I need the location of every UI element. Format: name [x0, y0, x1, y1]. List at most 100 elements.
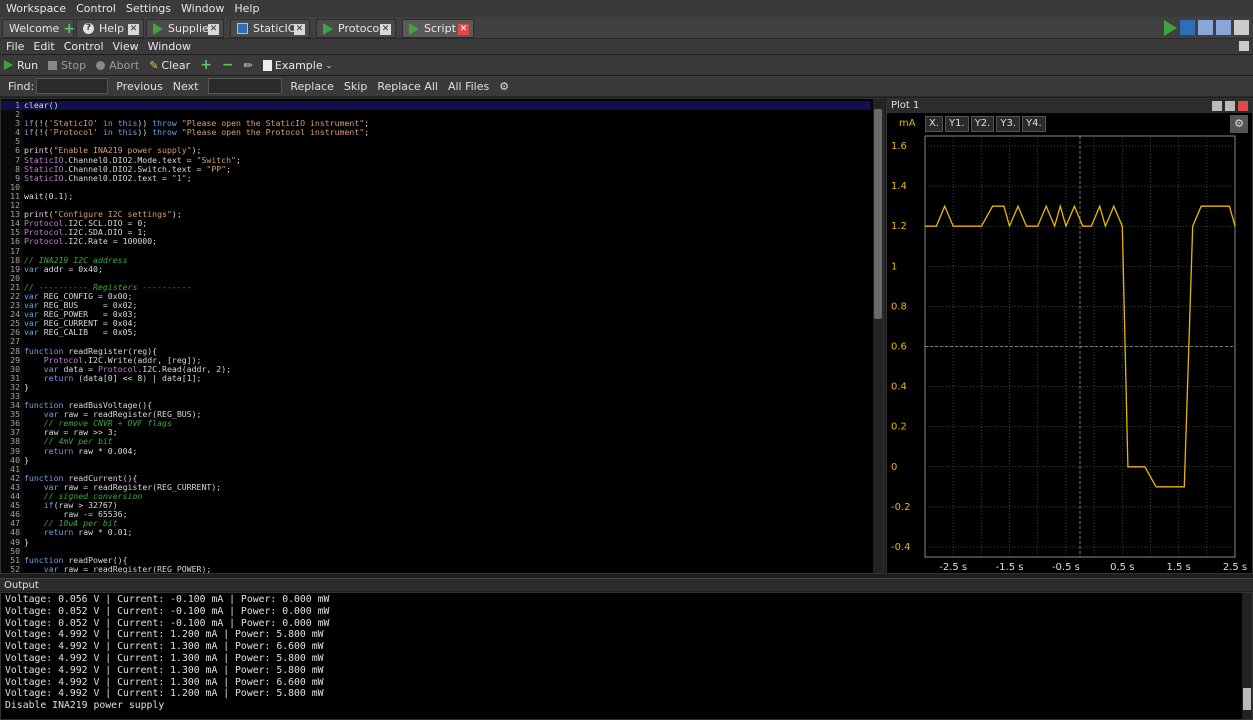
tab-script[interactable]: Script ✕: [402, 19, 474, 38]
broom-icon: ✎: [149, 58, 159, 72]
output-line: Voltage: 4.992 V | Current: 1.300 mA | P…: [5, 664, 324, 676]
gear-icon[interactable]: ⚙: [499, 80, 509, 93]
menu-edit[interactable]: Edit: [33, 40, 54, 53]
menu-settings[interactable]: Settings: [126, 2, 171, 15]
previous-button[interactable]: Previous: [116, 80, 163, 93]
x-tick-label: -1.5 s: [996, 562, 1024, 573]
scroll-thumb[interactable]: [1243, 688, 1251, 710]
close-icon[interactable]: ✕: [128, 24, 139, 35]
y-tick-label: 1: [891, 261, 897, 272]
replace-all-button[interactable]: Replace All: [377, 80, 438, 93]
run-button[interactable]: Run: [4, 59, 38, 72]
all-files-button[interactable]: All Files: [448, 80, 489, 93]
axis-tabs: X. Y1. Y2. Y3. Y4.: [925, 116, 1046, 132]
chevron-down-icon: ⌄: [325, 60, 333, 70]
axis-tab-x[interactable]: X.: [925, 116, 944, 132]
menu-window[interactable]: Window: [148, 40, 191, 53]
find-bar: Find: Previous Next Replace Skip Replace…: [0, 76, 1253, 97]
example-label: Example: [274, 58, 323, 72]
close-icon[interactable]: ✕: [294, 24, 305, 35]
code-line: 1 clear(): [1, 100, 871, 111]
abort-button[interactable]: Abort: [96, 59, 139, 72]
close-icon[interactable]: ✕: [208, 24, 219, 35]
code-line: 16 Protocol.I2C.Rate = 100000;: [10, 236, 158, 247]
example-button[interactable]: Example ⌄: [262, 58, 333, 72]
replace-input[interactable]: [208, 78, 283, 94]
code-line: 18// INA219 I2C address: [10, 254, 128, 265]
find-input[interactable]: [36, 78, 109, 94]
cascade-icon[interactable]: [1216, 20, 1231, 35]
stop-icon: [48, 60, 58, 70]
output-line: Voltage: 0.052 V | Current: -0.100 mA | …: [5, 617, 330, 629]
code-line: 45 if(raw > 32767): [10, 500, 118, 511]
y-tick-label: 1.2: [891, 221, 907, 232]
menu-view[interactable]: View: [113, 40, 139, 53]
window-tools: [1164, 20, 1249, 36]
add-button[interactable]: +: [200, 57, 212, 73]
tab-protocol[interactable]: Protocol ✕: [316, 19, 396, 38]
menu-window[interactable]: Window: [181, 2, 224, 15]
axis-tab-y3[interactable]: Y3.: [996, 116, 1020, 132]
y-tick-label: -0.2: [891, 502, 911, 513]
run-label: Run: [17, 58, 39, 72]
code-line: 19 var addr = 0x40;: [10, 263, 103, 274]
output-title: Output: [4, 580, 39, 591]
tab-supplies[interactable]: Supplies ✕: [146, 19, 224, 38]
tab-welcome[interactable]: Welcome +: [2, 19, 75, 38]
x-tick-label: -2.5 s: [939, 562, 967, 573]
plot-settings-gear-icon[interactable]: ⚙: [1230, 115, 1248, 133]
scroll-thumb[interactable]: [874, 109, 882, 319]
code-line: 40}: [10, 454, 29, 465]
plus-icon: +: [200, 57, 212, 73]
code-line: 44 // signed conversion: [10, 491, 143, 502]
window-menu-icon[interactable]: [1234, 20, 1249, 35]
play-icon: [153, 22, 163, 35]
tab-staticio[interactable]: StaticIO ✕: [230, 19, 310, 38]
y-tick-label: 0.8: [891, 301, 907, 312]
stop-button[interactable]: Stop: [48, 59, 86, 72]
axis-tab-y2[interactable]: Y2.: [970, 116, 995, 132]
plus-icon[interactable]: +: [63, 21, 75, 37]
tile-icon[interactable]: [1198, 20, 1213, 35]
menu-workspace[interactable]: Workspace: [6, 2, 66, 15]
code-line: 11 wait(0.1);: [10, 190, 74, 201]
play-icon: [4, 60, 13, 70]
axis-tab-y1[interactable]: Y1.: [945, 116, 969, 132]
code-lines: 1 clear() 2 3 if(!('StaticIO' in this)) thro…: [1, 100, 871, 573]
tab-label: Protocol: [338, 22, 383, 35]
detach-icon[interactable]: [1239, 41, 1249, 51]
menu-help[interactable]: Help: [234, 2, 259, 15]
menu-control[interactable]: Control: [64, 40, 104, 53]
script-menubar: File Edit Control View Window: [0, 39, 1253, 54]
plot-chart[interactable]: -0.4 -0.2 0 0.2 0.4 0.6 0.8 1 1.2 1.4 1.6 -2.5 s -1.…: [887, 99, 1253, 575]
output-line: Voltage: 4.992 V | Current: 1.300 mA | P…: [5, 641, 324, 653]
abort-label: Abort: [109, 58, 140, 72]
stop-all-icon[interactable]: [1180, 20, 1195, 35]
run-all-icon[interactable]: [1164, 20, 1177, 36]
close-icon[interactable]: ✕: [380, 24, 391, 35]
clear-button[interactable]: ✎ Clear: [149, 59, 190, 72]
close-icon[interactable]: ✕: [458, 24, 469, 35]
x-tick-label: 1.5 s: [1166, 562, 1190, 573]
output-header: Output: [0, 578, 1253, 591]
output-scrollbar[interactable]: [1242, 593, 1252, 719]
code-editor[interactable]: 1 clear() 2 3 if(!('StaticIO' in this)) thro…: [0, 98, 884, 574]
code-line: 37 raw = raw >> 3;: [10, 427, 118, 438]
help-icon: ?: [83, 23, 94, 34]
axis-tab-y4[interactable]: Y4.: [1022, 116, 1046, 132]
next-button[interactable]: Next: [173, 80, 199, 93]
code-line: 17: [10, 245, 20, 256]
x-tick-label: -0.5 s: [1052, 562, 1080, 573]
editor-scrollbar[interactable]: [873, 99, 883, 573]
y-tick-label: 0.4: [891, 382, 907, 393]
replace-button[interactable]: Replace: [290, 80, 334, 93]
edit-button[interactable]: ✏: [244, 59, 253, 72]
skip-button[interactable]: Skip: [344, 80, 367, 93]
menu-file[interactable]: File: [6, 40, 24, 53]
output-line: Voltage: 0.052 V | Current: -0.100 mA | …: [5, 605, 330, 617]
tab-help[interactable]: ? Help ✕: [76, 19, 144, 38]
tab-label: Welcome: [9, 22, 60, 35]
menu-control[interactable]: Control: [76, 2, 116, 15]
output-console[interactable]: Voltage: 0.056 V | Current: -0.100 mA | …: [0, 592, 1253, 720]
remove-button[interactable]: −: [222, 57, 234, 73]
